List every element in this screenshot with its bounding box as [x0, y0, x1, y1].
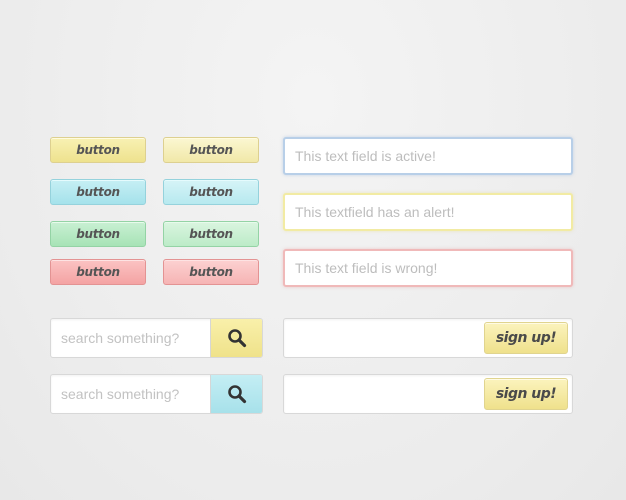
search-box-cyan: search something? [50, 374, 263, 414]
search-button[interactable] [210, 319, 262, 357]
active-text-field[interactable]: This text field is active! [283, 137, 573, 175]
search-icon [227, 385, 246, 404]
green-button[interactable]: button [50, 221, 146, 247]
search-button[interactable] [210, 375, 262, 413]
cyan-button-hover[interactable]: button [163, 179, 259, 205]
search-icon [227, 329, 246, 348]
search-input[interactable]: search something? [61, 375, 179, 413]
sign-up-button[interactable]: sign up! [484, 322, 568, 354]
error-text-field[interactable]: This text field is wrong! [283, 249, 573, 287]
signup-email-field[interactable] [285, 320, 481, 356]
green-button-hover[interactable]: button [163, 221, 259, 247]
sign-up-button[interactable]: sign up! [484, 378, 568, 410]
cyan-button[interactable]: button [50, 179, 146, 205]
red-button[interactable]: button [50, 259, 146, 285]
red-button-hover[interactable]: button [163, 259, 259, 285]
yellow-button[interactable]: button [50, 137, 146, 163]
ui-kit-canvas: button button button button button butto… [0, 0, 626, 500]
signup-email-field[interactable] [285, 376, 481, 412]
search-box-yellow: search something? [50, 318, 263, 358]
alert-text-field[interactable]: This textfield has an alert! [283, 193, 573, 231]
signup-box: sign up! [283, 318, 573, 358]
search-input[interactable]: search something? [61, 319, 179, 357]
yellow-button-hover[interactable]: button [163, 137, 259, 163]
signup-box: sign up! [283, 374, 573, 414]
